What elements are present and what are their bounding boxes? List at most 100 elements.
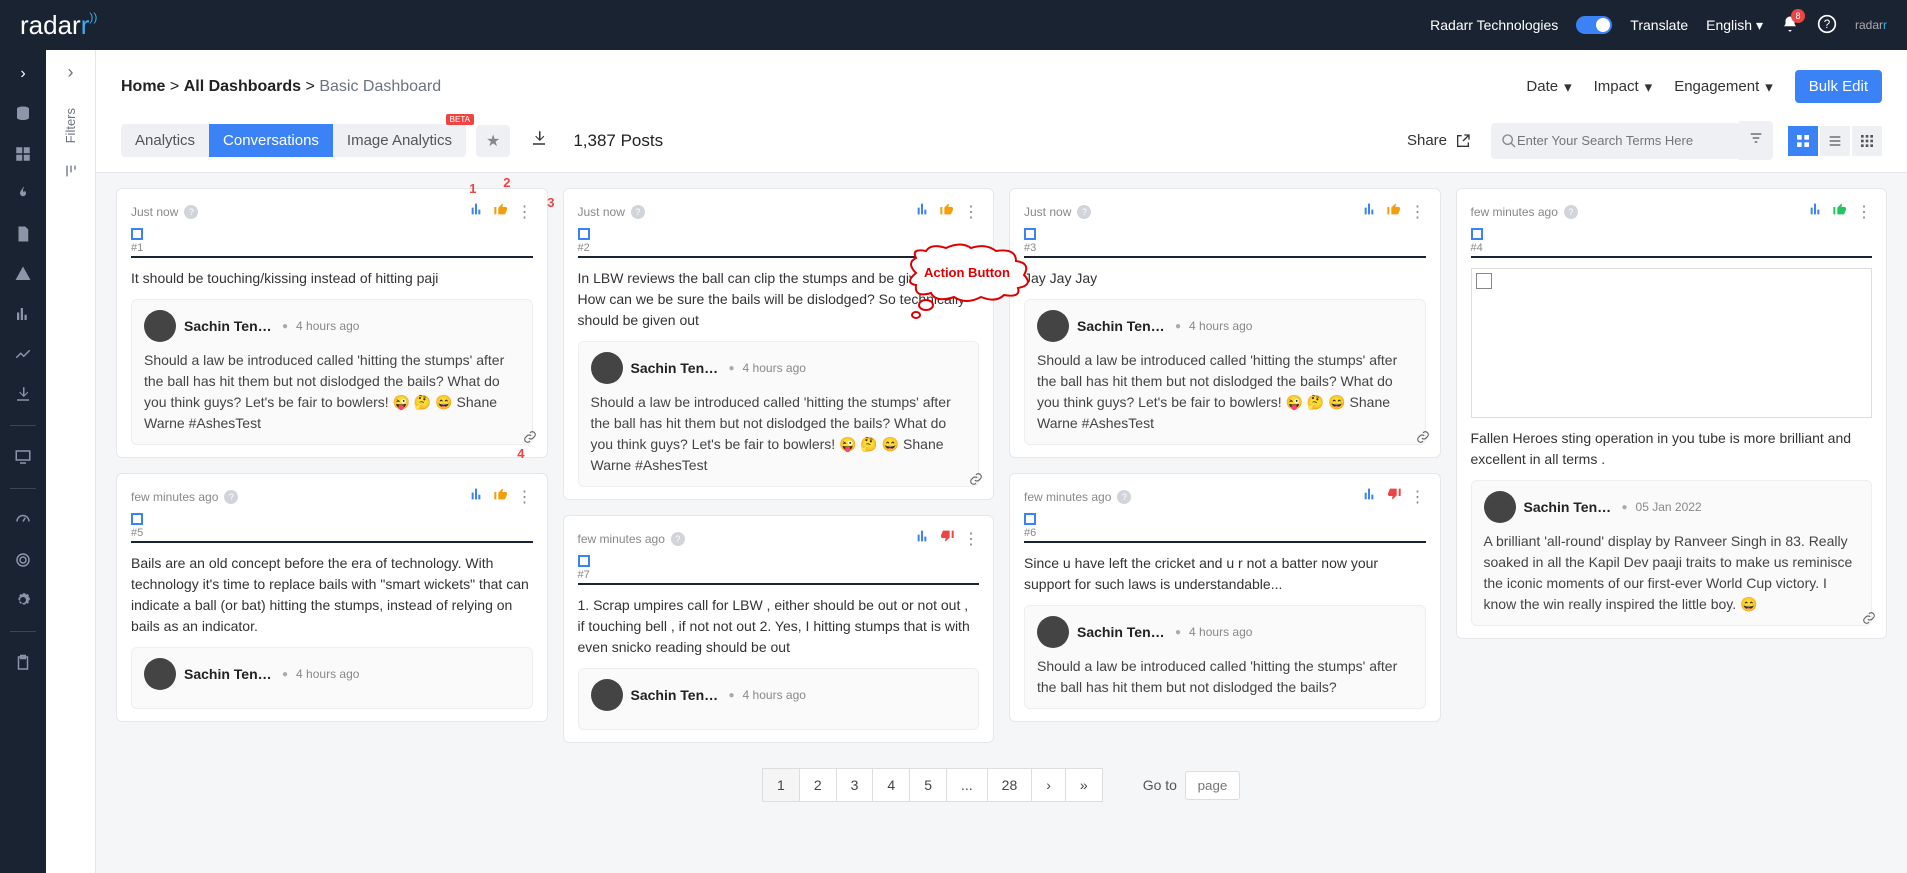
bulk-edit-button[interactable]: Bulk Edit	[1795, 70, 1882, 103]
date-filter[interactable]: Date ▾	[1526, 78, 1571, 96]
translate-label: Translate	[1630, 17, 1688, 33]
sentiment-icon[interactable]	[493, 201, 509, 222]
gauge-icon[interactable]	[14, 511, 32, 529]
document-icon[interactable]	[14, 225, 32, 243]
more-icon[interactable]: ⋮	[963, 529, 979, 549]
beta-badge: BETA	[446, 114, 474, 125]
page-3[interactable]: 3	[836, 768, 874, 802]
page-end[interactable]: »	[1065, 768, 1103, 802]
link-icon[interactable]	[523, 430, 537, 449]
impact-filter[interactable]: Impact ▾	[1594, 78, 1653, 96]
target-icon[interactable]	[14, 551, 32, 569]
goto-input[interactable]	[1185, 771, 1240, 800]
page-next[interactable]: ›	[1031, 768, 1066, 802]
page-ellipsis: ...	[946, 768, 988, 802]
sentiment-icon[interactable]	[493, 486, 509, 507]
filter-sidebar: › Filters	[46, 50, 96, 873]
post-count: 1,387 Posts	[573, 131, 663, 151]
page-1[interactable]: 1	[762, 768, 800, 802]
settings-icon[interactable]	[14, 591, 32, 609]
pagination: 1 2 3 4 5 ... 28 › » Go to	[96, 758, 1907, 817]
bc-all[interactable]: All Dashboards	[184, 78, 301, 95]
tab-row: Analytics Conversations Image Analytics …	[96, 113, 1907, 173]
monitor-icon[interactable]	[14, 448, 32, 466]
notif-bell-icon[interactable]: 8	[1781, 15, 1799, 36]
post-card: 1 2 3 Just now ? ⋮ #1 It should be touch…	[116, 188, 548, 458]
view-list-button[interactable]	[1820, 126, 1850, 156]
page-4[interactable]: 4	[872, 768, 910, 802]
bc-current: Basic Dashboard	[319, 78, 441, 95]
page-2[interactable]: 2	[799, 768, 837, 802]
chart-icon[interactable]	[14, 305, 32, 323]
post-time: Just now	[131, 205, 178, 219]
trend-icon[interactable]	[14, 345, 32, 363]
expand-chevron-icon[interactable]: ›	[68, 62, 74, 83]
chart-action-icon[interactable]	[915, 201, 931, 222]
page-5[interactable]: 5	[909, 768, 947, 802]
dashboard-icon[interactable]	[14, 145, 32, 163]
chart-action-icon[interactable]	[1362, 201, 1378, 222]
more-icon[interactable]: ⋮	[1410, 202, 1426, 222]
tab-conversations[interactable]: Conversations	[209, 124, 333, 157]
alert-icon[interactable]	[14, 265, 32, 283]
search-input[interactable]	[1517, 133, 1731, 148]
chart-action-icon[interactable]	[469, 201, 485, 222]
filter-button[interactable]	[1739, 121, 1773, 160]
clipboard-icon[interactable]	[14, 654, 32, 672]
chart-action-icon[interactable]	[469, 486, 485, 507]
sentiment-icon[interactable]	[1386, 201, 1402, 222]
post-card: Just now? ⋮ #2 In LBW reviews the ball c…	[563, 188, 995, 500]
logo[interactable]: radarr))	[20, 10, 97, 41]
post-card: Just now? ⋮ #3 Jay Jay Jay Sachin Tend…●…	[1009, 188, 1441, 458]
download-button[interactable]	[530, 129, 548, 152]
bars-icon[interactable]	[63, 163, 79, 184]
info-icon[interactable]: ?	[184, 205, 198, 219]
tab-image-analytics[interactable]: Image Analytics BETA	[333, 124, 466, 157]
chart-action-icon[interactable]	[915, 528, 931, 549]
top-bar: Home > All Dashboards > Basic Dashboard …	[96, 50, 1907, 113]
more-icon[interactable]: ⋮	[1856, 202, 1872, 222]
sentiment-icon[interactable]	[939, 201, 955, 222]
translate-toggle[interactable]	[1576, 16, 1612, 34]
sentiment-neg-icon[interactable]	[1386, 486, 1402, 507]
company-name: Radarr Technologies	[1430, 17, 1558, 33]
post-card: few minutes ago? ⋮ #5 Bails are an old c…	[116, 473, 548, 722]
more-icon[interactable]: ⋮	[517, 202, 533, 222]
post-card: few minutes ago? ⋮ #6 Since u have left …	[1009, 473, 1441, 722]
download-icon[interactable]	[14, 385, 32, 403]
view-compact-button[interactable]	[1852, 126, 1882, 156]
post-number: #1	[131, 242, 533, 254]
sentiment-neg-icon[interactable]	[939, 528, 955, 549]
left-sidebar: ›	[0, 50, 46, 873]
database-icon[interactable]	[14, 105, 32, 123]
search-icon	[1501, 133, 1517, 149]
engagement-filter[interactable]: Engagement ▾	[1674, 78, 1773, 96]
post-text: It should be touching/kissing instead of…	[131, 268, 533, 289]
image-placeholder	[1471, 268, 1873, 418]
quoted-post: Sachin Tend…●4 hours ago Should a law be…	[131, 299, 533, 445]
header: radarr)) Radarr Technologies Translate E…	[0, 0, 1907, 50]
more-icon[interactable]: ⋮	[963, 202, 979, 222]
checkbox-icon[interactable]	[131, 228, 143, 240]
view-grid-button[interactable]	[1788, 126, 1818, 156]
sentiment-pos-icon[interactable]	[1832, 201, 1848, 222]
page-last[interactable]: 28	[987, 768, 1033, 802]
star-button[interactable]: ★	[476, 125, 510, 157]
chart-action-icon[interactable]	[1808, 201, 1824, 222]
goto-page: Go to	[1143, 771, 1240, 800]
lang-select[interactable]: English ▾	[1706, 17, 1763, 34]
tab-analytics[interactable]: Analytics	[121, 124, 209, 157]
chart-action-icon[interactable]	[1362, 486, 1378, 507]
chevron-right-icon[interactable]: ›	[20, 65, 25, 83]
help-icon[interactable]: ?	[1817, 14, 1837, 37]
bc-home[interactable]: Home	[121, 78, 165, 95]
brand-small: radarr	[1855, 18, 1887, 32]
share-button[interactable]: Share	[1407, 132, 1471, 149]
link-icon[interactable]	[1416, 430, 1430, 449]
fire-icon[interactable]	[14, 185, 32, 203]
notif-badge: 8	[1791, 9, 1805, 23]
more-icon[interactable]: ⋮	[517, 487, 533, 507]
more-icon[interactable]: ⋮	[1410, 487, 1426, 507]
link-icon[interactable]	[969, 472, 983, 491]
link-icon[interactable]	[1862, 611, 1876, 630]
